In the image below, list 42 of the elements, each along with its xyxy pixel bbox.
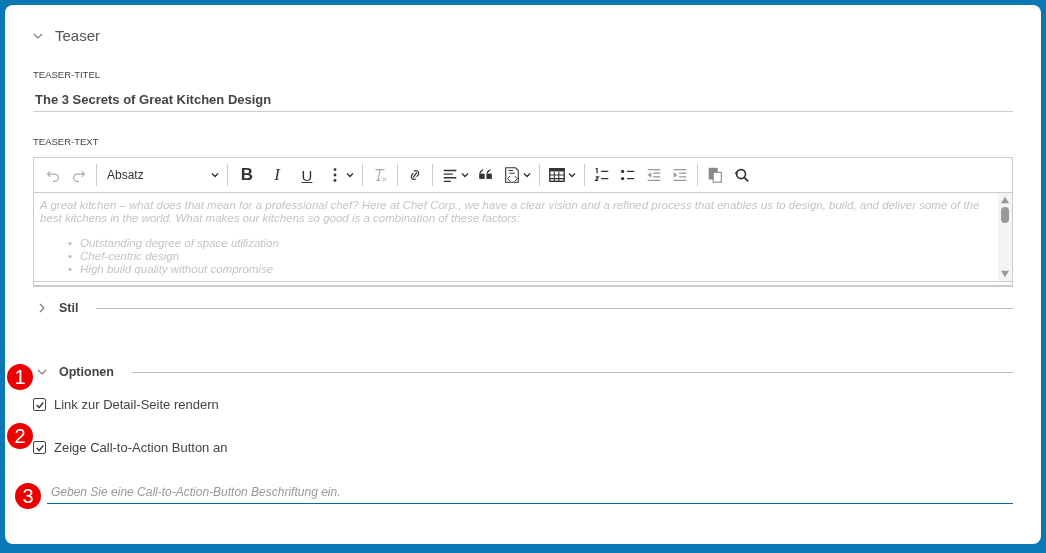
chevron-icon[interactable] <box>37 303 47 313</box>
teaser-paragraph: A great kitchen – what does that mean for a professional chef? Here at Chef Corp., we have a clear vision and a refined process that enables us to design, build, and deliver some of the best kitchens in the world. What makes our kitchens so good is a combination of these factors: <box>40 199 981 225</box>
underline-button[interactable]: U <box>292 162 322 188</box>
callout-badge: 2 <box>7 423 33 449</box>
bullet-marker: • <box>68 237 73 250</box>
chevron-icon[interactable] <box>37 367 47 377</box>
checkbox[interactable] <box>33 441 46 454</box>
field-label: TEASER-TITEL <box>33 69 102 80</box>
callout-badge: 1 <box>7 364 33 390</box>
scroll-thumb[interactable] <box>1001 207 1009 223</box>
bullet-marker: • <box>68 250 73 263</box>
checkbox-label: Link zur Detail-Seite rendern <box>54 397 219 412</box>
bold-button[interactable]: B <box>232 162 262 188</box>
callout-badge: 3 <box>15 483 41 509</box>
italic-button[interactable]: I <box>262 162 292 188</box>
source-code-icon[interactable] <box>503 166 521 184</box>
section-title: Teaser <box>55 27 101 44</box>
paragraph-select[interactable]: Absatz <box>101 168 223 182</box>
caret-icon[interactable] <box>461 171 469 179</box>
caret-icon[interactable] <box>523 171 531 179</box>
list-item: Chef-centric design <box>80 250 180 263</box>
find-replace-icon[interactable] <box>732 166 750 184</box>
group-title[interactable]: Optionen <box>59 365 114 379</box>
indent-icon[interactable] <box>671 166 689 184</box>
bullet-marker: • <box>68 263 73 276</box>
caret-icon[interactable] <box>568 171 576 179</box>
checkbox-label: Zeige Call-to-Action Button an <box>54 440 228 455</box>
scroll-up-icon[interactable] <box>1000 196 1010 204</box>
table-icon[interactable] <box>548 166 566 184</box>
scroll-down-icon[interactable] <box>1000 270 1010 278</box>
checkbox[interactable] <box>33 398 46 411</box>
resize-handle[interactable] <box>34 281 1012 286</box>
caret-icon[interactable] <box>346 171 354 179</box>
numbered-list-icon[interactable] <box>593 166 611 184</box>
caret-icon[interactable] <box>211 171 219 179</box>
outdent-icon[interactable] <box>645 166 663 184</box>
group-title[interactable]: Stil <box>59 301 79 315</box>
list-item: High build quality without compromise <box>80 263 274 276</box>
scrollbar[interactable] <box>998 193 1012 281</box>
field-label: TEASER-TEXT <box>33 136 100 147</box>
list-item: Outstanding degree of space utilization <box>80 237 279 250</box>
paste-icon[interactable] <box>706 166 724 184</box>
